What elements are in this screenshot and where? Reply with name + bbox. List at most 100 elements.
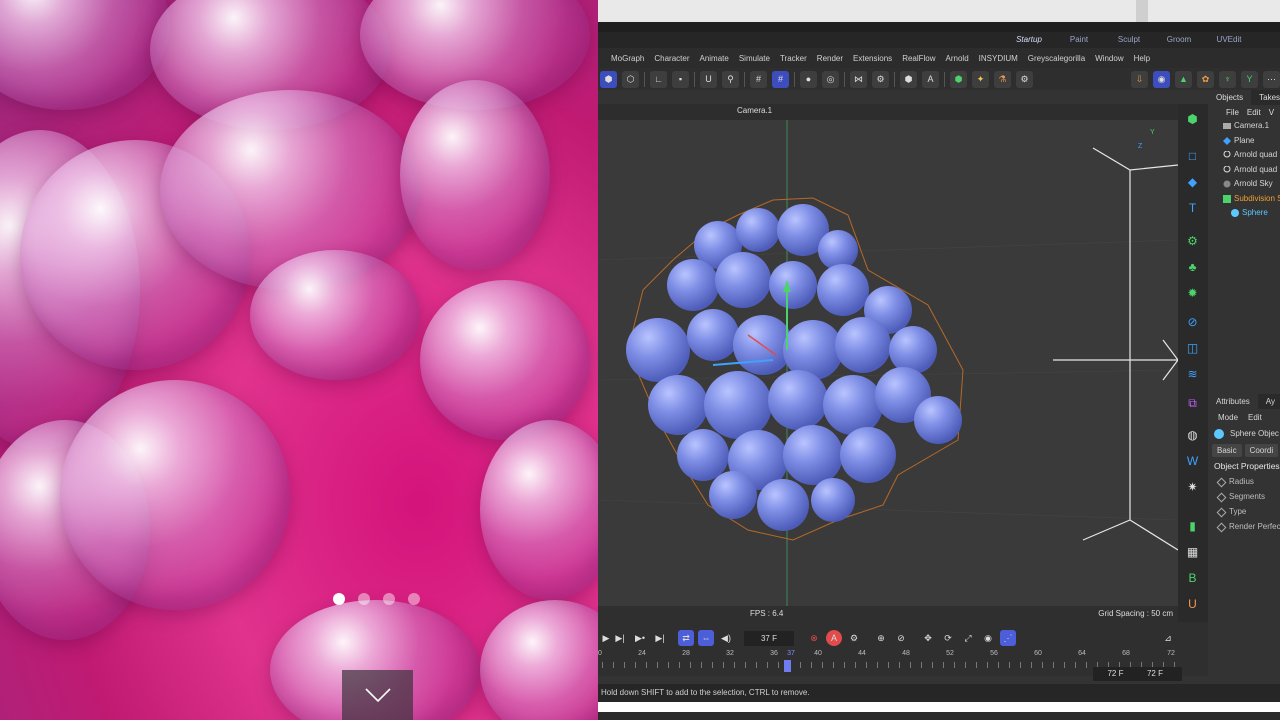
- graph-icon[interactable]: ⊿: [1160, 630, 1176, 646]
- om-menu-edit[interactable]: Edit: [1247, 108, 1261, 117]
- preview-range-icon[interactable]: ⇔: [698, 630, 714, 646]
- om-menu-view[interactable]: V: [1269, 108, 1274, 117]
- snap-active-icon[interactable]: #: [772, 70, 789, 88]
- playhead[interactable]: [784, 660, 791, 672]
- text-icon[interactable]: T: [1183, 198, 1202, 217]
- carousel-dot[interactable]: [333, 593, 345, 605]
- record-icon[interactable]: ●: [800, 70, 817, 88]
- am-menu-edit[interactable]: Edit: [1248, 413, 1262, 422]
- plugin-orange-icon[interactable]: ⚗: [994, 70, 1011, 88]
- hexagon-icon[interactable]: ⬢: [900, 70, 917, 88]
- next-key-icon[interactable]: ▶•: [632, 630, 648, 646]
- current-frame-field[interactable]: 37 F: [744, 631, 794, 646]
- menu-greyscalegorilla[interactable]: Greyscalegorilla: [1028, 54, 1085, 63]
- preview-end-field[interactable]: 72 F: [1128, 667, 1182, 681]
- download-icon[interactable]: ⇩: [1131, 70, 1148, 88]
- snap-grid-icon[interactable]: #: [750, 70, 767, 88]
- object-row[interactable]: Subdivision S: [1208, 192, 1280, 207]
- key-settings-icon[interactable]: ⚙: [846, 630, 862, 646]
- key-position-icon[interactable]: ⊕: [873, 630, 889, 646]
- scroll-down-button[interactable]: [342, 670, 413, 720]
- autokey-icon[interactable]: A: [826, 630, 842, 646]
- plugin-yellow-icon[interactable]: ✦: [972, 70, 989, 88]
- layout-startup[interactable]: Startup: [1004, 32, 1054, 48]
- cube-icon[interactable]: ⬢: [1183, 109, 1202, 128]
- object-row[interactable]: Arnold Sky: [1208, 177, 1280, 192]
- object-row[interactable]: Plane: [1208, 134, 1280, 149]
- word-icon[interactable]: W: [1183, 451, 1202, 470]
- record-key-icon[interactable]: ⊗: [806, 630, 822, 646]
- scale-icon[interactable]: ⤢: [960, 630, 976, 646]
- subtab-basic[interactable]: Basic: [1212, 443, 1242, 457]
- om-menu-file[interactable]: File: [1226, 108, 1239, 117]
- layout-sculpt[interactable]: Sculpt: [1104, 32, 1154, 48]
- axis-icon[interactable]: ∟: [650, 70, 667, 88]
- prop-render-perfect[interactable]: Render Perfec: [1208, 519, 1280, 534]
- layout-paint[interactable]: Paint: [1054, 32, 1104, 48]
- mirror-icon[interactable]: ⋈: [850, 70, 867, 88]
- tab-attributes[interactable]: Attributes: [1208, 394, 1258, 409]
- qr-icon[interactable]: ◉: [1153, 70, 1170, 88]
- field-icon[interactable]: ◫: [1183, 338, 1202, 357]
- menu-animate[interactable]: Animate: [699, 54, 728, 63]
- object-row[interactable]: Camera.1: [1208, 119, 1280, 134]
- settings-icon[interactable]: ⚙: [872, 70, 889, 88]
- menu-render[interactable]: Render: [817, 54, 843, 63]
- menu-tracker[interactable]: Tracker: [780, 54, 807, 63]
- flower-icon[interactable]: ✿: [1197, 70, 1214, 88]
- move-icon[interactable]: ✥: [920, 630, 936, 646]
- menu-extensions[interactable]: Extensions: [853, 54, 892, 63]
- model-mode-icon[interactable]: ⬢: [600, 70, 617, 88]
- object-row[interactable]: Arnold quad: [1208, 163, 1280, 178]
- rotate-icon[interactable]: ⟳: [940, 630, 956, 646]
- key-rotation-icon[interactable]: ⊘: [893, 630, 909, 646]
- carousel-dot[interactable]: [383, 593, 395, 605]
- triangle-icon[interactable]: ▲: [1175, 70, 1192, 88]
- deformer-icon[interactable]: ⊘: [1183, 312, 1202, 331]
- cloner-icon[interactable]: ♣: [1183, 257, 1202, 276]
- frame-ruler[interactable]: 0 24 28 32 36 37 40 44 48 52 56 60 64 68 72: [598, 650, 1178, 672]
- loop-icon[interactable]: ⇄: [678, 630, 694, 646]
- 3d-viewport[interactable]: Y Z: [598, 120, 1178, 608]
- menu-simulate[interactable]: Simulate: [739, 54, 770, 63]
- plugin-green-icon[interactable]: ⬢: [950, 70, 967, 88]
- menu-realflow[interactable]: RealFlow: [902, 54, 935, 63]
- joint-icon[interactable]: Y: [1241, 70, 1258, 88]
- arnold-icon[interactable]: A: [922, 70, 939, 88]
- light-icon[interactable]: ✷: [1183, 477, 1202, 496]
- misc-icon[interactable]: ⋯: [1263, 70, 1280, 88]
- render-icon[interactable]: ◎: [822, 70, 839, 88]
- am-menu-mode[interactable]: Mode: [1218, 413, 1238, 422]
- camera-label[interactable]: Camera.1: [737, 106, 772, 115]
- subtab-coordinates[interactable]: Coordi: [1244, 443, 1279, 457]
- carousel-dot[interactable]: [358, 593, 370, 605]
- layout-groom[interactable]: Groom: [1154, 32, 1204, 48]
- gear-icon[interactable]: ⚙: [1016, 70, 1033, 88]
- carousel-dot[interactable]: [408, 593, 420, 605]
- square-icon[interactable]: □: [1183, 146, 1202, 165]
- prop-type[interactable]: Type: [1208, 504, 1280, 519]
- green-b-icon[interactable]: B: [1183, 568, 1202, 587]
- globe-icon[interactable]: ◍: [1183, 425, 1202, 444]
- menu-insydium[interactable]: INSYDIUM: [979, 54, 1018, 63]
- tab-objects[interactable]: Objects: [1208, 90, 1252, 105]
- menu-character[interactable]: Character: [654, 54, 689, 63]
- spline-icon[interactable]: ≋: [1183, 364, 1202, 383]
- magnet-orange-icon[interactable]: U: [1183, 594, 1202, 613]
- lock-icon[interactable]: ⚲: [722, 70, 739, 88]
- prop-radius[interactable]: Radius: [1208, 474, 1280, 489]
- sound-icon[interactable]: ◀): [718, 630, 734, 646]
- figure-icon[interactable]: ♆: [1219, 70, 1236, 88]
- object-row[interactable]: Sphere: [1208, 206, 1280, 221]
- menu-mograph[interactable]: MoGraph: [611, 54, 644, 63]
- param-icon[interactable]: ◉: [980, 630, 996, 646]
- mograph-icon[interactable]: ⚙: [1183, 231, 1202, 250]
- object-row[interactable]: Arnold quad: [1208, 148, 1280, 163]
- effector-icon[interactable]: ✹: [1183, 283, 1202, 302]
- magnet-icon[interactable]: U: [700, 70, 717, 88]
- play-icon[interactable]: ▶|: [612, 630, 628, 646]
- prop-segments[interactable]: Segments: [1208, 489, 1280, 504]
- object-mode-icon[interactable]: ⬡: [622, 70, 639, 88]
- menu-help[interactable]: Help: [1134, 54, 1150, 63]
- tab-takes[interactable]: Takes: [1251, 90, 1280, 105]
